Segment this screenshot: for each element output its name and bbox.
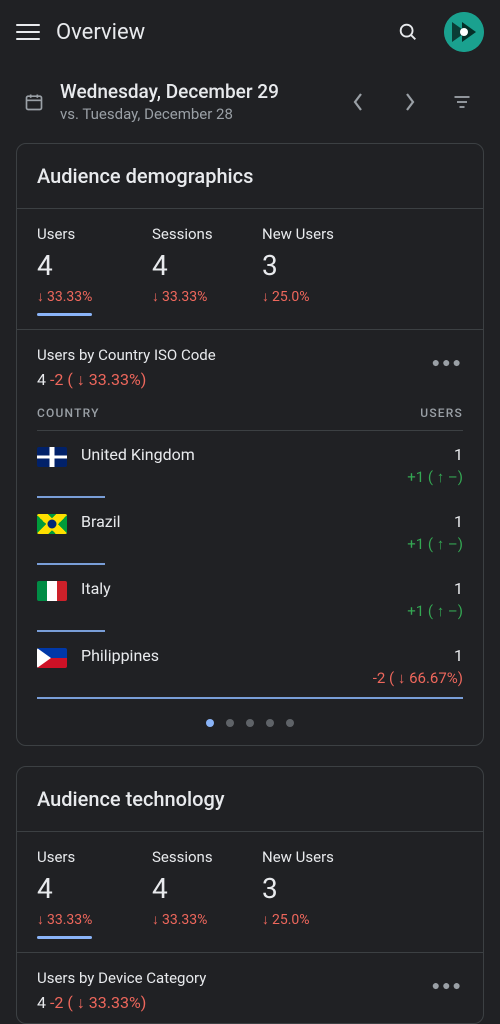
flag-icon (37, 648, 67, 668)
top-app-bar: Overview (0, 0, 500, 64)
date-compare: vs. Tuesday, December 28 (60, 105, 324, 123)
card-audience-technology: Audience technology Users 4 33.33% Sessi… (16, 766, 484, 1024)
pager-dot[interactable] (266, 719, 274, 727)
avatar[interactable] (444, 12, 484, 52)
metric-new-users[interactable]: New Users 3 25.0% (262, 225, 463, 317)
more-options-icon[interactable]: ●●● (432, 354, 463, 371)
date-primary: Wednesday, December 29 (60, 80, 324, 103)
table-header: COUNTRY USERS (17, 400, 483, 430)
next-day-button[interactable] (392, 84, 428, 120)
menu-icon[interactable] (16, 20, 40, 44)
arrow-down-icon (152, 288, 159, 305)
metric-sessions[interactable]: Sessions 4 33.33% (152, 225, 262, 317)
metric-users[interactable]: Users 4 33.33% (37, 848, 152, 940)
page-title: Overview (56, 20, 372, 45)
metrics-row: Users 4 33.33% Sessions 4 33.33% New Use… (17, 209, 483, 330)
table-row[interactable]: Brazil 1 +1 ( ↑ –) (17, 498, 483, 557)
dimension-header: Users by Country ISO Code 4 -2 ( 33.33%)… (17, 330, 483, 400)
active-metric-indicator (37, 313, 92, 316)
arrow-down-icon (262, 288, 269, 305)
card-title: Audience demographics (17, 144, 483, 209)
arrow-down-icon (37, 911, 44, 928)
card-audience-demographics: Audience demographics Users 4 33.33% Ses… (16, 143, 484, 746)
pager-dot[interactable] (226, 719, 234, 727)
flag-icon (37, 447, 67, 467)
arrow-down-icon (77, 370, 85, 389)
arrow-down-icon (77, 993, 85, 1012)
arrow-down-icon (152, 911, 159, 928)
filter-icon[interactable] (444, 84, 480, 120)
card-title: Audience technology (17, 767, 483, 832)
table-row[interactable]: Italy 1 +1 ( ↑ –) (17, 565, 483, 624)
search-icon[interactable] (388, 12, 428, 52)
metric-users[interactable]: Users 4 33.33% (37, 225, 152, 317)
page-indicator[interactable] (17, 699, 483, 745)
dimension-header: Users by Device Category 4 -2 ( 33.33%) … (17, 953, 483, 1023)
arrow-down-icon (37, 288, 44, 305)
prev-day-button[interactable] (340, 84, 376, 120)
flag-icon (37, 514, 67, 534)
table-row[interactable]: Philippines 1 -2 ( ↓ 66.67%) (17, 632, 483, 691)
active-metric-indicator (37, 936, 92, 939)
metric-sessions[interactable]: Sessions 4 33.33% (152, 848, 262, 940)
metrics-row: Users 4 33.33% Sessions 4 33.33% New Use… (17, 832, 483, 953)
table-row[interactable]: United Kingdom 1 +1 ( ↑ –) (17, 431, 483, 490)
date-range-bar: Wednesday, December 29 vs. Tuesday, Dece… (0, 64, 500, 143)
metric-new-users[interactable]: New Users 3 25.0% (262, 848, 463, 940)
arrow-down-icon (262, 911, 269, 928)
date-range-button[interactable]: Wednesday, December 29 vs. Tuesday, Dece… (60, 80, 324, 123)
pager-dot[interactable] (246, 719, 254, 727)
flag-icon (37, 581, 67, 601)
pager-dot[interactable] (206, 719, 214, 727)
more-options-icon[interactable]: ●●● (432, 977, 463, 994)
calendar-icon (24, 92, 44, 112)
pager-dot[interactable] (286, 719, 294, 727)
